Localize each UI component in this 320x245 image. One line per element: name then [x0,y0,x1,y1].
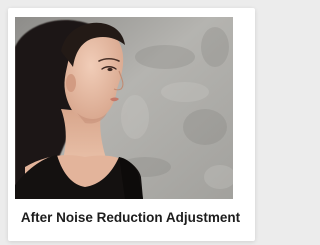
portrait-photo [15,17,233,199]
image-caption: After Noise Reduction Adjustment [20,210,241,225]
